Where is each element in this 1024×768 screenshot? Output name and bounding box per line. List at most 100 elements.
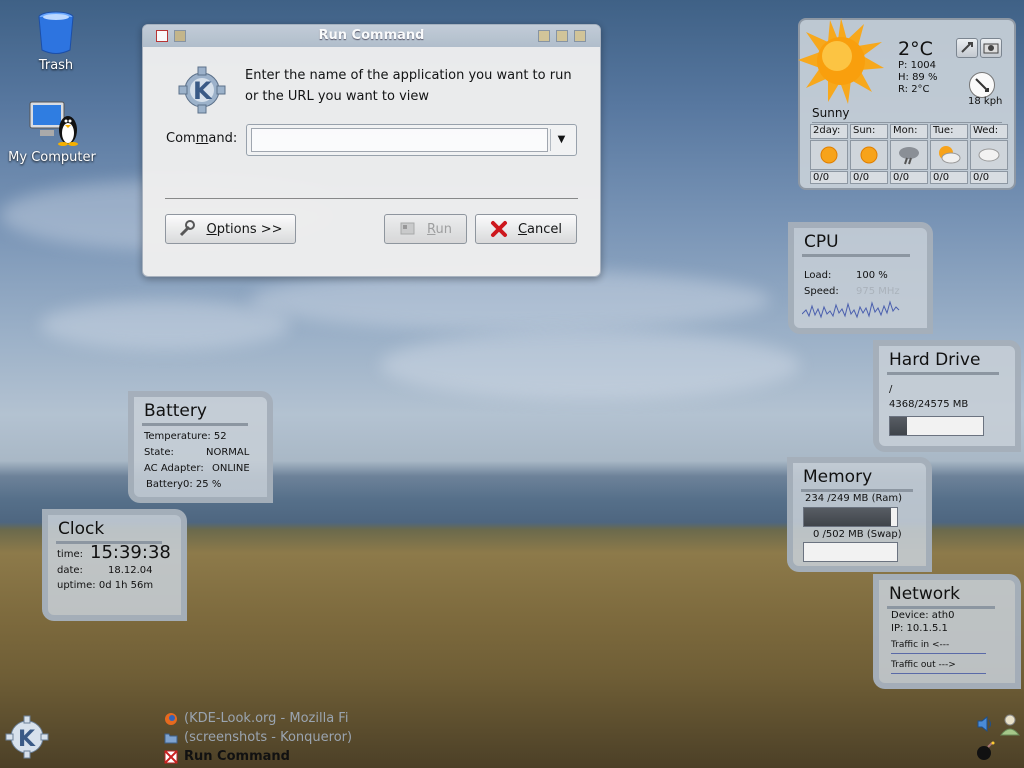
disk-usage-bar-fill <box>890 417 907 435</box>
title-underline <box>142 423 248 426</box>
mount-point: / <box>889 384 893 395</box>
forecast-value: 0/0 <box>970 171 1008 184</box>
kde-gear-icon: K <box>177 65 227 115</box>
forecast-day-name: Tue: <box>930 124 968 139</box>
title-underline <box>801 489 913 492</box>
camera-icon <box>983 43 999 54</box>
desktop-icon-label: My Computer <box>8 150 96 165</box>
dialog-separator <box>165 198 578 199</box>
close-button[interactable] <box>574 30 586 42</box>
command-combobox[interactable]: ▼ <box>246 124 577 156</box>
kde-menu-button[interactable]: K <box>4 714 50 760</box>
sun-icon <box>796 16 886 106</box>
weather-widget: 2°C P: 1004 H: 89 % R: 2°C 18 kph Sunny … <box>798 18 1016 190</box>
title-underline <box>887 606 995 609</box>
command-input[interactable] <box>251 128 548 152</box>
forecast-day: Wed: 0/0 <box>970 124 1008 184</box>
taskbar-item[interactable]: (screenshots - Konqueror) <box>164 730 352 745</box>
forecast-day-name: Mon: <box>890 124 928 139</box>
uptime: uptime: 0d 1h 56m <box>57 580 154 591</box>
humidity: H: 89 % <box>898 72 938 83</box>
panel-title: Network <box>889 584 960 604</box>
volume-icon[interactable] <box>975 714 995 734</box>
settings-icon <box>961 42 973 53</box>
taskbar-item-active[interactable]: Run Command <box>164 749 290 764</box>
taskbar-item-label: (KDE-Look.org - Mozilla Fi <box>184 711 349 726</box>
weather-settings-button[interactable] <box>956 38 978 58</box>
dialog-prompt: Enter the name of the application you wa… <box>245 68 572 104</box>
pressure: P: 1004 <box>898 60 937 71</box>
storm-icon <box>890 140 928 170</box>
ram-usage-bar <box>803 507 898 527</box>
swap-usage-bar <box>803 542 898 562</box>
swap-usage: 0 /502 MB (Swap) <box>813 529 902 540</box>
clock-panel: Clock time: 15:39:38 date: 18.12.04 upti… <box>42 509 187 621</box>
forecast-value: 0/0 <box>930 171 968 184</box>
forecast-day-name: Wed: <box>970 124 1008 139</box>
dialog-titlebar[interactable]: Run Command <box>143 25 600 47</box>
weather-radar-button[interactable] <box>980 38 1002 58</box>
chevron-down-icon: ▼ <box>557 134 566 145</box>
forecast-value: 0/0 <box>850 171 888 184</box>
bomb-icon[interactable] <box>975 740 995 760</box>
cloudy-icon <box>970 140 1008 170</box>
cancel-button[interactable]: Cancel <box>475 214 577 244</box>
partly-cloudy-icon <box>930 140 968 170</box>
desktop-icon-label: Trash <box>38 58 74 73</box>
run-icon <box>164 749 178 764</box>
run-button[interactable]: Run <box>384 214 467 244</box>
ac-adapter-value: ONLINE <box>212 463 250 474</box>
desktop-icon-my-computer[interactable]: My Computer <box>0 100 107 165</box>
sunny-icon <box>850 140 888 170</box>
trash-icon <box>32 8 80 56</box>
network-device: Device: ath0 <box>891 610 955 621</box>
run-button-label: Run <box>427 221 452 237</box>
background-cloud <box>40 300 290 350</box>
forecast-day: Tue: 0/0 <box>930 124 968 184</box>
background-cloud <box>250 270 770 330</box>
panel-title: CPU <box>804 232 839 252</box>
run-command-dialog: Run Command K Enter the name of the appl… <box>142 24 601 277</box>
hard-drive-panel: Hard Drive / 4368/24575 MB <box>873 340 1021 452</box>
cpu-load-value: 100 % <box>856 270 888 281</box>
battery-state-value: NORMAL <box>206 447 250 458</box>
cancel-x-icon <box>490 220 508 238</box>
command-label: Command: <box>166 131 238 146</box>
wrench-icon <box>178 220 196 238</box>
panel-title: Memory <box>803 467 873 487</box>
cpu-speed-value: 975 MHz <box>856 286 900 297</box>
taskbar-item[interactable]: (KDE-Look.org - Mozilla Fi <box>164 711 348 726</box>
memory-panel: Memory 234 /249 MB (Ram) 0 /502 MB (Swap… <box>787 457 932 572</box>
combo-dropdown-button[interactable]: ▼ <box>550 129 572 151</box>
computer-icon <box>28 100 78 148</box>
desktop-icon-trash[interactable]: Trash <box>1 8 111 73</box>
current-temperature: 2°C <box>898 38 933 60</box>
sticky-button[interactable] <box>174 30 186 42</box>
folder-icon <box>164 731 178 745</box>
dialog-title: Run Command <box>318 28 425 43</box>
battery-temperature: Temperature: 52 <box>144 431 227 442</box>
taskbar-item-label: (screenshots - Konqueror) <box>184 730 353 745</box>
options-button[interactable]: Options >> <box>165 214 296 244</box>
user-icon[interactable] <box>999 713 1021 736</box>
help-button[interactable] <box>538 30 550 42</box>
panel-title: Clock <box>58 519 105 539</box>
title-underline <box>887 372 999 375</box>
ram-usage-bar-fill <box>804 508 892 526</box>
disk-usage-bar <box>889 416 984 436</box>
disk-usage: 4368/24575 MB <box>889 399 969 410</box>
date-value: 18.12.04 <box>108 565 153 576</box>
panel-title: Hard Drive <box>889 350 981 370</box>
cpu-panel: CPU Load: 100 % Speed: 975 MHz <box>788 222 933 334</box>
svg-text:K: K <box>193 77 213 105</box>
battery-state-label: State: <box>144 447 174 458</box>
title-underline <box>802 254 910 257</box>
firefox-icon <box>164 712 178 726</box>
cpu-speed-label: Speed: <box>804 286 839 297</box>
ram-usage: 234 /249 MB (Ram) <box>805 493 902 504</box>
run-icon <box>399 220 417 238</box>
window-menu-icon[interactable] <box>156 30 168 42</box>
minimize-button[interactable] <box>556 30 568 42</box>
wind-compass-icon <box>969 72 995 98</box>
taskbar-item-label: Run Command <box>184 749 290 764</box>
